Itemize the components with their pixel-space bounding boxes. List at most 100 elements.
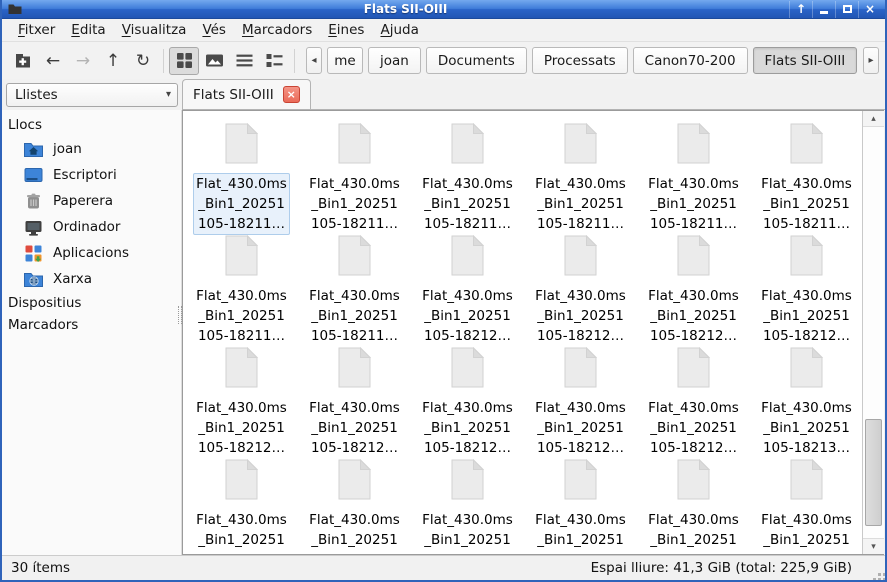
file-item[interactable]: Flat_430.0ms _Bin1_20251 105-18213… (637, 455, 750, 554)
file-item[interactable]: Flat_430.0ms _Bin1_20251 105-18213… (185, 455, 298, 554)
minimize-button[interactable] (812, 1, 835, 18)
file-name: Flat_430.0ms _Bin1_20251 105-18212… (532, 285, 629, 347)
file-item[interactable]: Flat_430.0ms _Bin1_20251 105-18211… (411, 119, 524, 231)
new-tab-button[interactable] (8, 47, 38, 75)
compact-view-button[interactable] (259, 47, 289, 75)
grid-view-icon (175, 51, 194, 70)
file-item[interactable]: Flat_430.0ms _Bin1_20251 105-18212… (750, 231, 862, 343)
side-pane-mode-select[interactable]: Llistes ▾ (6, 83, 178, 107)
file-icon (790, 459, 823, 504)
file-icon (338, 235, 371, 280)
side-pane-header: Llistes ▾ (2, 79, 182, 110)
file-item[interactable]: Flat_430.0ms _Bin1_20251 105-18212… (411, 231, 524, 343)
file-item[interactable]: Flat_430.0ms _Bin1_20251 105-18211… (637, 119, 750, 231)
shade-button[interactable]: ↑ (789, 1, 812, 18)
path-button-me[interactable]: me (327, 47, 363, 74)
icon-view-button[interactable] (169, 47, 199, 75)
refresh-button[interactable]: ↻ (128, 47, 158, 75)
menu-eines[interactable]: Eines (320, 20, 372, 40)
file-name: Flat_430.0ms _Bin1_20251 105-18211… (193, 173, 290, 235)
menu-marcadors[interactable]: Marcadors (234, 20, 320, 40)
sidebar-item-label: Escriptori (53, 167, 117, 183)
close-button[interactable]: × (858, 1, 881, 18)
window-body: Llocsjoan Escriptori PapereraOrdinadorApli… (2, 110, 885, 555)
file-item[interactable]: Flat_430.0ms _Bin1_20251 105-18213… (524, 455, 637, 554)
maximize-icon (843, 5, 852, 13)
file-name: Flat_430.0ms _Bin1_20251 105-18212… (532, 397, 629, 459)
file-icon (451, 235, 484, 280)
file-item[interactable]: Flat_430.0ms _Bin1_20251 105-18212… (298, 343, 411, 455)
sidebar-item-aplicacions[interactable]: Aplicacions (2, 240, 181, 266)
file-item[interactable]: Flat_430.0ms _Bin1_20251 105-18213… (411, 455, 524, 554)
file-item[interactable]: Flat_430.0ms _Bin1_20251 105-18212… (524, 343, 637, 455)
file-icon (564, 459, 597, 504)
file-item[interactable]: Flat_430.0ms _Bin1_20251 105-18212… (637, 343, 750, 455)
menu-fitxer[interactable]: Fitxer (10, 20, 63, 40)
file-item[interactable]: Flat_430.0ms _Bin1_20251 105-18211… (524, 119, 637, 231)
scroll-down-button[interactable]: ▾ (863, 538, 884, 554)
list-view-button[interactable] (229, 47, 259, 75)
file-item[interactable]: Flat_430.0ms _Bin1_20251 105-18212… (524, 231, 637, 343)
path-button-flats-sii-oiii[interactable]: Flats SII-OIII (753, 47, 858, 74)
menu-edita[interactable]: Edita (63, 20, 113, 40)
scrollbar-thumb[interactable] (865, 419, 882, 526)
sidebar-item-paperera[interactable]: Paperera (2, 188, 181, 214)
sidebar-item-escriptori[interactable]: Escriptori (2, 162, 181, 188)
file-icon (677, 123, 710, 168)
maximize-button[interactable] (835, 1, 858, 18)
file-item[interactable]: Flat_430.0ms _Bin1_20251 105-18211… (298, 231, 411, 343)
file-icon (677, 235, 710, 280)
tab-flats-sii-oiii[interactable]: Flats SII-OIII × (182, 79, 311, 109)
sidebar-item-ordinador[interactable]: Ordinador (2, 214, 181, 240)
file-item[interactable]: Flat_430.0ms _Bin1_20251 105-18211… (298, 119, 411, 231)
forward-button[interactable]: → (68, 47, 98, 75)
scroll-up-button[interactable]: ▴ (863, 111, 884, 127)
thumbnail-view-button[interactable] (199, 47, 229, 75)
vertical-scrollbar[interactable]: ▴ ▾ (862, 111, 884, 554)
window-controls: ↑ × (789, 0, 881, 18)
file-item[interactable]: Flat_430.0ms _Bin1_20251 105-18211… (185, 119, 298, 231)
file-item[interactable]: Flat_430.0ms _Bin1_20251 105-18212… (185, 343, 298, 455)
sidebar-section-llocs: Llocs (2, 114, 181, 136)
file-name: Flat_430.0ms _Bin1_20251 105-18212… (645, 285, 742, 347)
sidebar-item-joan[interactable]: joan (2, 136, 181, 162)
back-button[interactable]: ← (38, 47, 68, 75)
up-button[interactable]: ↑ (98, 47, 128, 75)
computer-icon (23, 217, 44, 238)
sidebar-item-xarxa[interactable]: Xarxa (2, 266, 181, 292)
file-item[interactable]: Flat_430.0ms _Bin1_20251 105-18213… (298, 455, 411, 554)
file-icon (564, 235, 597, 280)
path-scroll-right-button[interactable]: ▸ (863, 47, 879, 74)
file-item[interactable]: Flat_430.0ms _Bin1_20251 105-18212… (411, 343, 524, 455)
menu-ves[interactable]: Vés (194, 20, 234, 40)
file-item[interactable]: Flat_430.0ms _Bin1_20251 105-18212… (637, 231, 750, 343)
sidebar-item-label: Xarxa (53, 271, 92, 287)
file-icon (790, 123, 823, 168)
menu-visualitza[interactable]: Visualitza (114, 20, 195, 40)
path-button-processats[interactable]: Processats (532, 47, 628, 74)
file-icon (338, 123, 371, 168)
file-item[interactable]: Flat_430.0ms _Bin1_20251 105-18211… (750, 119, 862, 231)
file-item[interactable]: Flat_430.0ms _Bin1_20251 105-18213… (750, 455, 862, 554)
scrollbar-track[interactable] (863, 127, 884, 538)
file-name: Flat_430.0ms _Bin1_20251 105-18212… (193, 397, 290, 459)
path-button-canon70-200[interactable]: Canon70-200 (633, 47, 748, 74)
sidebar-section-dispositius: Dispositius (2, 292, 181, 314)
file-item[interactable]: Flat_430.0ms _Bin1_20251 105-18213… (750, 343, 862, 455)
tab-close-button[interactable]: × (283, 86, 300, 103)
minimize-icon (820, 11, 828, 14)
menubar: FitxerEditaVisualitzaVésMarcadorsEinesAj… (2, 19, 885, 42)
file-name: Flat_430.0ms _Bin1_20251 105-18213… (419, 509, 516, 554)
resize-grip[interactable] (878, 573, 881, 576)
menu-ajuda[interactable]: Ajuda (372, 20, 426, 40)
file-item[interactable]: Flat_430.0ms _Bin1_20251 105-18211… (185, 231, 298, 343)
path-button-joan[interactable]: joan (368, 47, 421, 74)
path-button-documents[interactable]: Documents (426, 47, 527, 74)
window-menu-folder-icon[interactable] (8, 3, 22, 15)
pane-splitter-handle[interactable] (178, 306, 182, 324)
tab-bar: Flats SII-OIII × (182, 79, 885, 110)
file-icon (451, 459, 484, 504)
file-icon (225, 235, 258, 280)
path-scroll-left-button[interactable]: ◂ (306, 47, 322, 74)
file-name: Flat_430.0ms _Bin1_20251 105-18211… (193, 285, 290, 347)
